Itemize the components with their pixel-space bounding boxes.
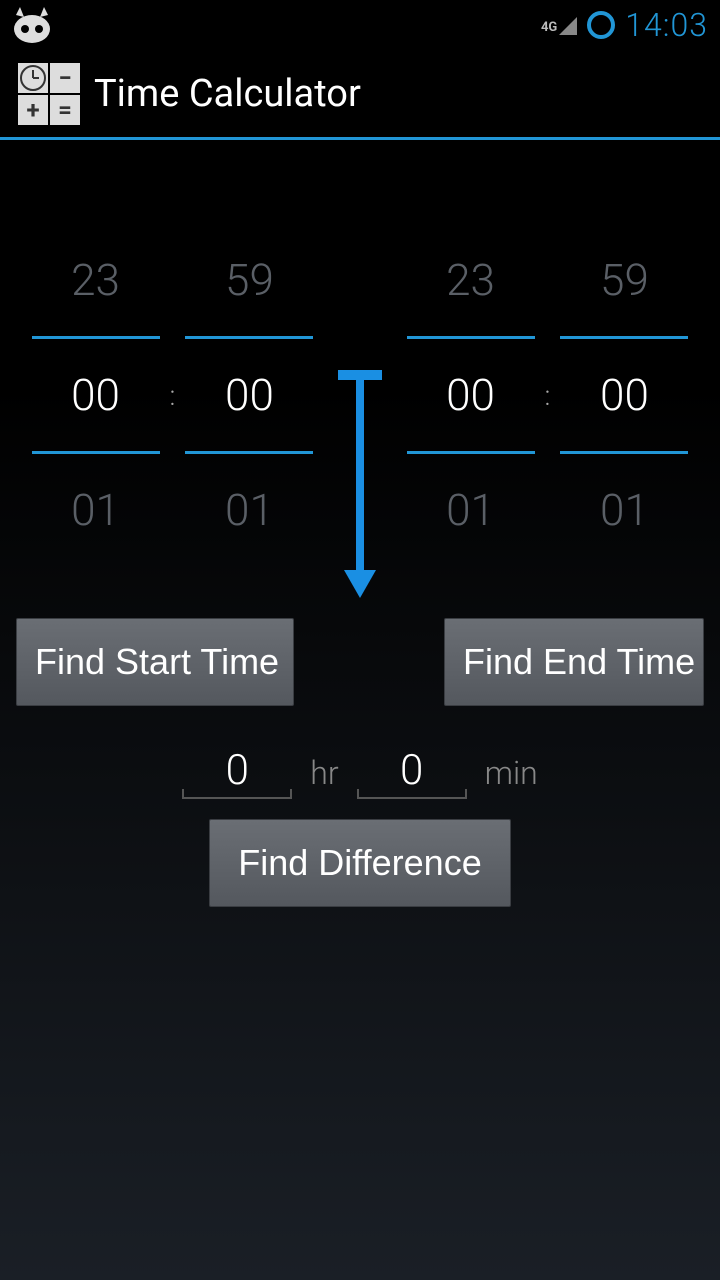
- find-buttons-row: Find Start Time Find End Time: [16, 618, 704, 706]
- picker-current[interactable]: 00: [407, 336, 535, 454]
- picker-next: 01: [407, 454, 535, 566]
- picker-next: 01: [185, 454, 313, 566]
- find-start-time-button[interactable]: Find Start Time: [16, 618, 294, 706]
- colon-separator: :: [545, 379, 551, 412]
- end-time-picker: 23 00 01 : 59 00 01: [391, 224, 704, 566]
- min-label: min: [485, 754, 538, 792]
- difference-row: 0 hr 0 min: [16, 746, 704, 799]
- equals-cell: =: [50, 95, 80, 125]
- network-indicator: 4G: [541, 15, 577, 35]
- time-pickers-row: 23 00 01 : 59 00 01 23 00 01: [16, 190, 704, 600]
- picker-prev: 59: [560, 224, 688, 336]
- picker-current[interactable]: 00: [32, 336, 160, 454]
- colon-separator: :: [170, 379, 176, 412]
- cyanogenmod-icon: [12, 7, 52, 43]
- circle-icon: [587, 11, 615, 39]
- find-end-time-button[interactable]: Find End Time: [444, 618, 704, 706]
- find-difference-button[interactable]: Find Difference: [209, 819, 510, 907]
- diff-minutes-value[interactable]: 0: [357, 746, 467, 799]
- plus-cell: +: [18, 95, 48, 125]
- picker-current[interactable]: 00: [560, 336, 688, 454]
- app-icon: − + =: [18, 63, 80, 125]
- arrow-down-icon: [334, 370, 386, 600]
- picker-next: 01: [32, 454, 160, 566]
- start-minute-picker[interactable]: 59 00 01: [185, 224, 313, 566]
- diff-minutes-input[interactable]: 0: [357, 746, 467, 799]
- picker-prev: 23: [32, 224, 160, 336]
- picker-prev: 23: [407, 224, 535, 336]
- hr-label: hr: [310, 754, 338, 792]
- picker-prev: 59: [185, 224, 313, 336]
- minus-cell: −: [50, 63, 80, 93]
- status-bar: 4G 14:03: [0, 0, 720, 50]
- status-right: 4G 14:03: [541, 6, 708, 44]
- main-content: 23 00 01 : 59 00 01 23 00 01: [0, 140, 720, 907]
- picker-current[interactable]: 00: [185, 336, 313, 454]
- app-bar: − + = Time Calculator: [0, 50, 720, 140]
- end-minute-picker[interactable]: 59 00 01: [560, 224, 688, 566]
- status-left: [12, 7, 52, 43]
- diff-hours-input[interactable]: 0: [182, 746, 292, 799]
- network-label: 4G: [541, 20, 557, 35]
- start-hour-picker[interactable]: 23 00 01: [32, 224, 160, 566]
- find-diff-wrap: Find Difference: [16, 819, 704, 907]
- picker-next: 01: [560, 454, 688, 566]
- start-time-picker: 23 00 01 : 59 00 01: [16, 224, 329, 566]
- app-title: Time Calculator: [94, 72, 361, 116]
- signal-icon: [559, 17, 577, 35]
- status-clock: 14:03: [625, 6, 708, 44]
- arrow-down: [329, 370, 391, 600]
- diff-hours-value[interactable]: 0: [182, 746, 292, 799]
- end-hour-picker[interactable]: 23 00 01: [407, 224, 535, 566]
- clock-icon: [18, 63, 48, 93]
